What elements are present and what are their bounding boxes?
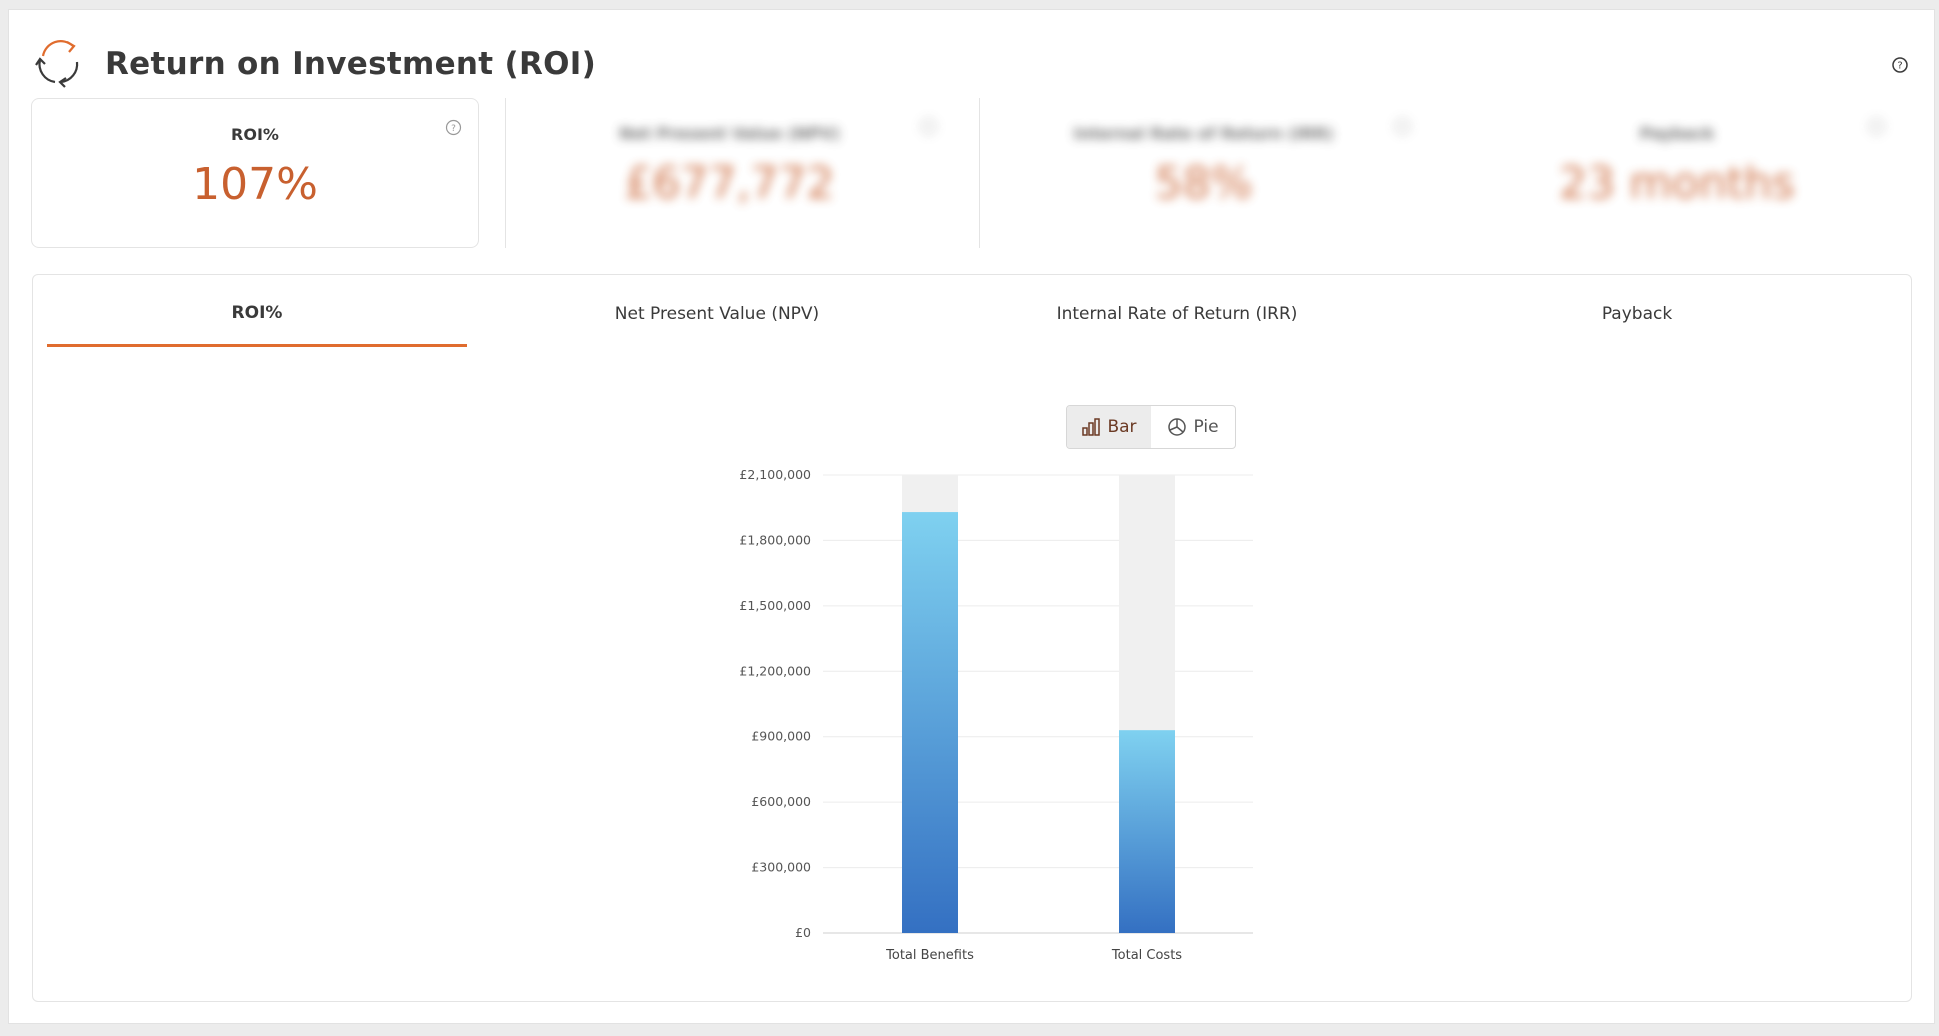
svg-text:?: ?	[451, 124, 456, 134]
kpi-label: Payback	[1639, 124, 1715, 143]
pie-chart-button[interactable]: Pie	[1151, 406, 1235, 448]
kpi-label: Net Present Value (NPV)	[619, 124, 840, 143]
svg-text:?: ?	[1897, 61, 1902, 72]
tab-irr[interactable]: Internal Rate of Return (IRR)	[967, 275, 1387, 347]
tab-payback[interactable]: Payback	[1427, 275, 1847, 347]
question-circle-icon[interactable]	[1394, 118, 1411, 135]
bar-chart-icon	[1082, 418, 1101, 436]
question-circle-icon[interactable]: ?	[1890, 55, 1910, 75]
metric-tabs: ROI% Net Present Value (NPV) Internal Ra…	[47, 275, 1897, 349]
y-tick-label: £600,000	[751, 794, 811, 809]
kpi-card-npv[interactable]: Net Present Value (NPV) £677,772	[505, 98, 953, 248]
y-tick-label: £2,100,000	[739, 467, 811, 482]
bar-chart-button[interactable]: Bar	[1067, 406, 1151, 448]
kpi-card-irr[interactable]: Internal Rate of Return (IRR) 58%	[979, 98, 1427, 248]
kpi-row: ROI% 107% ? Net Present Value (NPV) £677…	[31, 98, 1911, 260]
question-circle-icon[interactable]	[1868, 118, 1885, 135]
pie-chart-icon	[1168, 418, 1187, 436]
kpi-label: Internal Rate of Return (IRR)	[1073, 124, 1334, 143]
y-tick-label: £1,500,000	[739, 598, 811, 613]
refresh-cycle-icon	[35, 40, 79, 88]
question-circle-icon[interactable]: ?	[445, 119, 462, 136]
y-tick-label: £1,200,000	[739, 663, 811, 678]
tab-roi[interactable]: ROI%	[47, 275, 467, 347]
roi-detail-panel: ROI% Net Present Value (NPV) Internal Ra…	[32, 274, 1912, 1002]
x-tick-label: Total Benefits	[885, 948, 974, 963]
pie-label: Pie	[1193, 417, 1219, 437]
bar-total-costs[interactable]	[1119, 730, 1175, 933]
kpi-value: 23 months	[1559, 158, 1795, 209]
kpi-label: ROI%	[231, 125, 279, 144]
y-tick-label: £0	[795, 925, 811, 940]
kpi-card-roi[interactable]: ROI% 107% ?	[31, 98, 479, 248]
roi-page: Return on Investment (ROI) ? ROI% 107% ?…	[8, 9, 1935, 1024]
x-tick-label: Total Costs	[1111, 948, 1182, 963]
bar-label: Bar	[1107, 417, 1137, 437]
kpi-value: 107%	[192, 159, 318, 210]
kpi-card-payback[interactable]: Payback 23 months	[1453, 98, 1901, 248]
chart-type-toggle: Bar Pie	[1066, 405, 1236, 449]
roi-bar-chart: £0 £300,000 £600,000 £900,000 £1,200,000 £1,5…	[739, 467, 1253, 963]
page-header: Return on Investment (ROI) ?	[25, 24, 1918, 88]
bar-total-benefits[interactable]	[902, 512, 958, 933]
tab-npv[interactable]: Net Present Value (NPV)	[507, 275, 927, 347]
page-title: Return on Investment (ROI)	[105, 46, 597, 82]
kpi-value: £677,772	[624, 158, 835, 209]
y-tick-label: £1,800,000	[739, 532, 811, 547]
y-tick-label: £900,000	[751, 729, 811, 744]
y-tick-label: £300,000	[751, 860, 811, 875]
kpi-value: 58%	[1154, 158, 1253, 209]
question-circle-icon[interactable]	[920, 118, 937, 135]
